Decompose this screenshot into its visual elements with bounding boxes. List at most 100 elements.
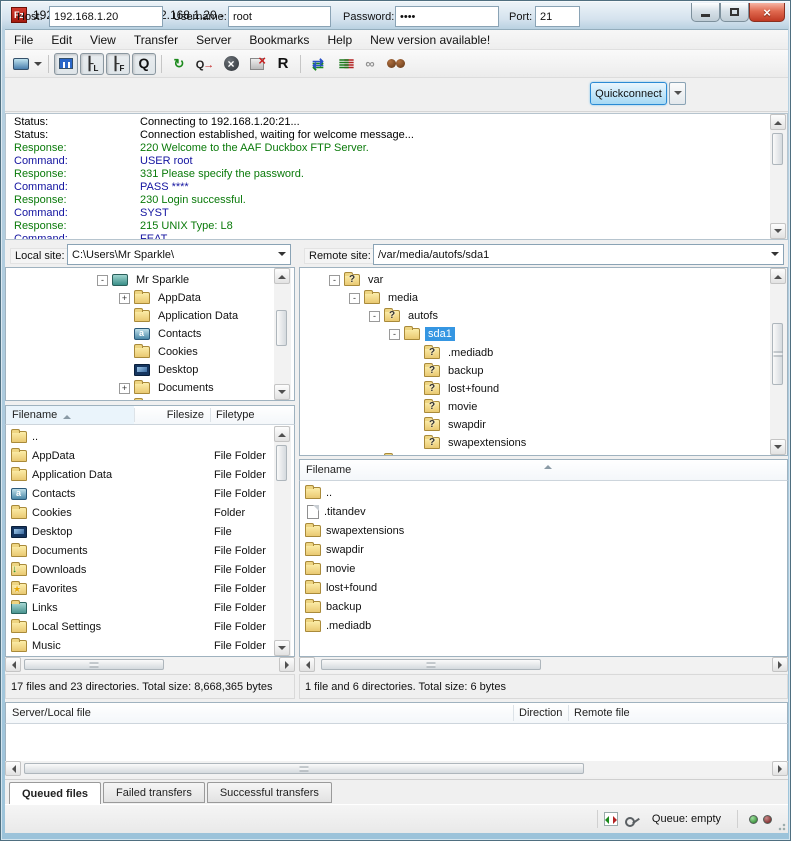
scroll-up-button[interactable] [274,268,290,284]
toggle-message-log-button[interactable] [54,53,78,75]
disconnect-button[interactable] [245,53,269,75]
local-tree-item[interactable]: +Documents [7,379,277,397]
menu-server[interactable]: Server [187,30,240,49]
local-list-scrollbar[interactable] [274,426,291,656]
scroll-up-button[interactable] [770,114,786,130]
column-header-direction[interactable]: Direction [513,703,568,723]
minimize-button[interactable] [691,3,720,22]
tree-expander-icon[interactable]: - [97,275,108,286]
tree-expander-icon[interactable]: - [349,293,360,304]
compare-directories-button[interactable] [306,53,330,75]
file-row[interactable]: MusicFile Folder [7,636,61,655]
maximize-button[interactable] [720,3,749,22]
quickconnect-button[interactable]: Quickconnect [590,82,667,105]
file-row[interactable]: movie [301,559,355,578]
column-divider[interactable] [134,408,135,422]
transfer-type-icon[interactable] [604,812,618,826]
queue-body[interactable] [5,724,788,761]
local-tree-view[interactable]: -Mr Sparkle +AppData Application Data Co… [5,267,295,401]
scroll-left-button[interactable] [299,657,315,672]
scroll-right-button[interactable] [772,761,788,776]
column-header-filesize[interactable]: Filesize [134,406,210,424]
scroll-down-button[interactable] [274,640,290,656]
file-row[interactable]: .mediadb [301,616,371,635]
refresh-button[interactable] [167,53,191,75]
scroll-up-button[interactable] [770,268,786,284]
remote-file-list[interactable]: .. .titandev swapextensions swapdir movi… [299,481,788,657]
remote-tree-item[interactable]: backup [301,362,770,380]
unsecure-connection-icon[interactable] [624,812,640,826]
file-row[interactable]: lost+found [301,578,377,597]
quickconnect-dropdown-button[interactable] [669,82,686,105]
file-row[interactable]: FavoritesFile Folder [7,579,77,598]
scrollbar-thumb[interactable] [24,763,584,774]
column-divider[interactable] [210,408,211,422]
remote-tree-item[interactable]: .mediadb [301,344,770,362]
local-tree-item[interactable]: Cookies [7,343,277,361]
password-input[interactable]: •••• [395,6,499,27]
scroll-down-button[interactable] [770,439,786,455]
queue-hscrollbar[interactable] [5,761,788,777]
column-divider[interactable] [568,705,569,721]
cancel-button[interactable] [219,53,243,75]
tree-expander-icon[interactable]: - [389,329,400,340]
file-row[interactable]: Local SettingsFile Folder [7,617,101,636]
port-input[interactable]: 21 [535,6,580,27]
toggle-remote-tree-button[interactable] [106,53,130,75]
remote-tree-item[interactable]: -media [301,289,770,307]
file-row[interactable]: AppDataFile Folder [7,446,75,465]
remote-list-hscrollbar[interactable] [299,657,788,673]
menu-new-version[interactable]: New version available! [361,30,499,49]
local-tree-item[interactable]: Desktop [7,361,277,379]
file-row[interactable]: .. [7,427,38,446]
menu-help[interactable]: Help [318,30,361,49]
menu-file[interactable]: File [5,30,42,49]
reconnect-button[interactable] [271,53,295,75]
tab-successful-transfers[interactable]: Successful transfers [207,782,332,803]
local-tree-scrollbar[interactable] [274,268,291,400]
file-row[interactable]: DownloadsFile Folder [7,560,86,579]
local-tree-item[interactable]: Contacts [7,325,277,343]
scroll-down-button[interactable] [274,384,290,400]
file-row[interactable]: backup [301,597,361,616]
local-file-list[interactable]: .. AppDataFile Folder Application DataFi… [5,425,295,657]
toggle-local-tree-button[interactable] [80,53,104,75]
remote-tree-item[interactable]: lost+found [301,380,770,398]
menu-view[interactable]: View [81,30,125,49]
column-header-remote-file[interactable]: Remote file [568,703,789,723]
log-scrollbar[interactable] [770,114,787,239]
file-row[interactable]: swapdir [301,540,364,559]
remote-tree-item[interactable]: -autofs [301,307,770,325]
site-manager-button[interactable] [12,53,43,75]
remote-tree-item[interactable]: dvd [301,452,770,456]
tree-expander-icon[interactable]: - [329,275,340,286]
file-row[interactable]: .. [301,483,332,502]
column-divider[interactable] [513,705,514,721]
scrollbar-thumb[interactable] [24,659,164,670]
remote-tree-view[interactable]: -var -media -autofs -sda1 .mediadb backu… [299,267,788,456]
column-header-filename[interactable]: Filename [6,406,134,424]
tree-expander-icon[interactable]: + [119,383,130,394]
link-button[interactable] [358,53,382,75]
scroll-left-button[interactable] [5,761,21,776]
scroll-up-button[interactable] [274,426,290,442]
local-tree-item[interactable]: Application Data [7,307,277,325]
find-files-button[interactable] [384,53,408,75]
remote-tree-scrollbar[interactable] [770,268,787,455]
menu-transfer[interactable]: Transfer [125,30,187,49]
file-row[interactable]: swapextensions [301,521,404,540]
file-row[interactable]: LinksFile Folder [7,598,58,617]
tree-expander-icon[interactable]: - [369,311,380,322]
tab-queued-files[interactable]: Queued files [9,782,101,805]
tree-expander-icon[interactable]: + [119,293,130,304]
file-row[interactable]: ContactsFile Folder [7,484,75,503]
local-tree-item[interactable]: -Mr Sparkle [7,271,277,289]
remote-tree-item[interactable]: swapdir [301,416,770,434]
process-queue-button[interactable] [193,53,217,75]
username-input[interactable]: root [228,6,331,27]
local-site-combo[interactable]: C:\Users\Mr Sparkle\ [67,244,291,265]
remote-tree-item[interactable]: movie [301,398,770,416]
column-header-filetype[interactable]: Filetype [210,406,280,424]
scrollbar-thumb[interactable] [276,445,287,481]
remote-tree-item[interactable]: -sda1 [301,325,770,343]
